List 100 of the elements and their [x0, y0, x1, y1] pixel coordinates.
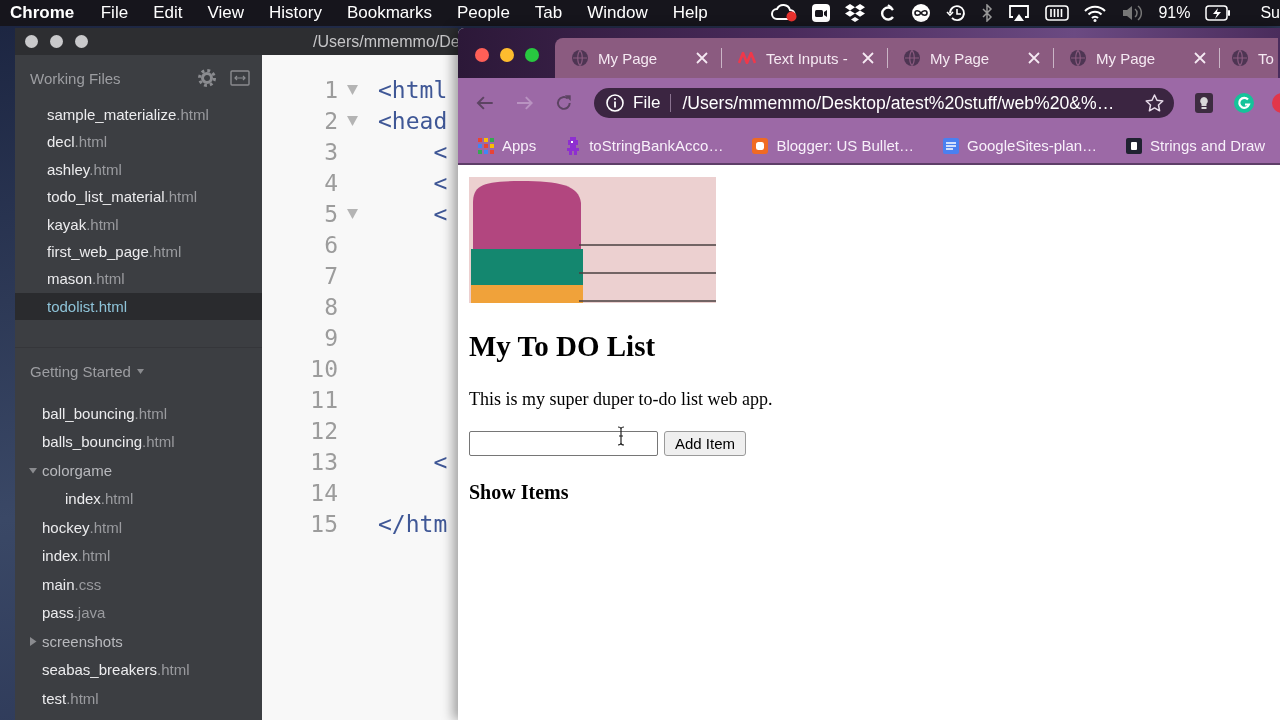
- close-icon[interactable]: [696, 52, 708, 64]
- screen-mirroring-icon[interactable]: [1008, 4, 1031, 22]
- file-item[interactable]: index.html: [15, 484, 262, 514]
- bluetooth-icon[interactable]: [981, 4, 994, 22]
- bookmark[interactable]: Blogger: US Bullet…: [752, 137, 914, 154]
- browser-tab[interactable]: To: [1219, 38, 1278, 78]
- infinity-icon[interactable]: [911, 3, 932, 23]
- lightbulb-icon[interactable]: [1195, 93, 1213, 113]
- file-item[interactable]: decl.html: [15, 128, 262, 156]
- info-icon[interactable]: [606, 94, 624, 112]
- browser-tab[interactable]: My Page: [555, 38, 721, 78]
- globe-icon: [1232, 50, 1248, 66]
- line-number: 5: [323, 200, 338, 227]
- address-bar[interactable]: File /Users/mmemmo/Desktop/atest%20stuff/web%20&%…: [594, 88, 1174, 118]
- file-item[interactable]: kayak.html: [15, 210, 262, 238]
- close-button[interactable]: [25, 35, 38, 48]
- line-number: 11: [309, 386, 338, 413]
- folder-item[interactable]: colorgame: [15, 456, 262, 485]
- app-menu[interactable]: Chrome: [0, 3, 89, 23]
- window-title: /Users/mmemmo/De: [313, 32, 460, 51]
- menu-item[interactable]: Bookmarks: [334, 3, 445, 23]
- minimize-button[interactable]: [500, 48, 514, 62]
- close-icon[interactable]: [1028, 52, 1040, 64]
- line-number: 1: [323, 76, 338, 103]
- line-number: 9: [323, 324, 338, 351]
- zoom-button[interactable]: [75, 35, 88, 48]
- page-paragraph: This is my super duper to-do list web app.: [469, 389, 774, 410]
- menu-item[interactable]: People: [444, 3, 523, 23]
- file-item[interactable]: ball_bouncing.html: [15, 399, 262, 428]
- code-text: <: [432, 138, 448, 165]
- file-item[interactable]: todolist.html: [15, 292, 262, 321]
- split-view-icon[interactable]: [230, 70, 250, 86]
- speaker-icon[interactable]: [1121, 4, 1144, 22]
- dropdown-caret-icon[interactable]: [136, 368, 144, 374]
- url-text[interactable]: /Users/mmemmo/Desktop/atest%20stuff/web%20&%…: [682, 92, 1115, 114]
- menu-item[interactable]: Help: [660, 3, 721, 23]
- close-icon[interactable]: [862, 52, 874, 64]
- browser-tab[interactable]: My Page: [887, 38, 1053, 78]
- file-item[interactable]: pass.java: [15, 598, 262, 628]
- add-item-button[interactable]: Add Item: [664, 431, 747, 456]
- line-number: 4: [323, 169, 338, 196]
- browser-tab[interactable]: My Page: [1053, 38, 1219, 78]
- wifi-icon[interactable]: [1084, 4, 1107, 22]
- history-clock-icon[interactable]: [946, 3, 967, 23]
- video-camera-icon[interactable]: [812, 4, 831, 22]
- menu-item[interactable]: View: [194, 3, 257, 23]
- item-input[interactable]: [469, 431, 658, 456]
- site-info-label[interactable]: File: [633, 93, 661, 113]
- file-item[interactable]: ashley.html: [15, 155, 262, 184]
- bookmark[interactable]: Strings and Draw: [1126, 137, 1266, 154]
- zoom-button[interactable]: [525, 48, 539, 62]
- line-number: 15: [309, 510, 338, 537]
- menu-item[interactable]: Edit: [140, 3, 195, 23]
- file-item[interactable]: hockey.html: [15, 513, 262, 542]
- code-text: <: [432, 448, 448, 475]
- cloud-icon[interactable]: [771, 4, 798, 22]
- close-icon[interactable]: [1194, 52, 1206, 64]
- section-title[interactable]: Getting Started: [30, 362, 131, 380]
- pixel-figure-icon: [565, 136, 582, 155]
- section-title: Working Files: [30, 69, 121, 87]
- file-item[interactable]: mason.html: [15, 265, 262, 293]
- memory-chip-icon[interactable]: [1045, 5, 1070, 21]
- expand-caret-icon[interactable]: [29, 636, 37, 646]
- globe-icon: [572, 50, 588, 66]
- bookmark-star-icon[interactable]: [1145, 94, 1164, 112]
- close-button[interactable]: [475, 48, 489, 62]
- line-number: 12: [309, 417, 338, 444]
- code-text: <head: [378, 107, 448, 134]
- bookmark[interactable]: GoogleSites-plan…: [943, 137, 1098, 154]
- menu-item[interactable]: File: [88, 3, 141, 23]
- grid-icon: [478, 137, 494, 154]
- battery-charging-icon[interactable]: [1205, 5, 1232, 21]
- file-item[interactable]: index.html: [15, 541, 262, 571]
- menu-item[interactable]: History: [256, 3, 335, 23]
- page-heading: My To DO List: [469, 330, 657, 363]
- file-item[interactable]: first_web_page.html: [15, 237, 262, 266]
- code-text: <html: [378, 76, 448, 103]
- bookmark[interactable]: Apps: [478, 137, 537, 154]
- section-heading: Show Items: [469, 481, 570, 504]
- file-item[interactable]: balls_bouncing.html: [15, 427, 262, 457]
- file-item[interactable]: test.html: [15, 684, 262, 713]
- settings-icon[interactable]: [198, 69, 216, 87]
- zigzag-logo-icon: [738, 52, 756, 64]
- bookmark[interactable]: toStringBankAcco…: [565, 136, 724, 155]
- file-item[interactable]: todo_list_material.html: [15, 183, 262, 211]
- expand-caret-icon[interactable]: [29, 465, 37, 475]
- file-item[interactable]: seabas_breakers.html: [15, 655, 262, 685]
- curved-arrow-icon[interactable]: [880, 4, 897, 22]
- menu-item[interactable]: Window: [574, 3, 661, 23]
- line-number: 2: [323, 107, 338, 134]
- diamonds-icon[interactable]: [845, 4, 866, 22]
- document-icon: [943, 137, 959, 154]
- file-item[interactable]: sample_materialize.html: [15, 101, 262, 129]
- arc-badge-icon[interactable]: [1234, 93, 1254, 113]
- folder-item[interactable]: screenshots: [15, 627, 262, 656]
- minimize-button[interactable]: [50, 35, 63, 48]
- file-item[interactable]: main.css: [15, 570, 262, 599]
- browser-tab[interactable]: Text Inputs -: [721, 38, 887, 78]
- menu-item[interactable]: Tab: [522, 3, 575, 23]
- clock[interactable]: Su: [1260, 4, 1280, 22]
